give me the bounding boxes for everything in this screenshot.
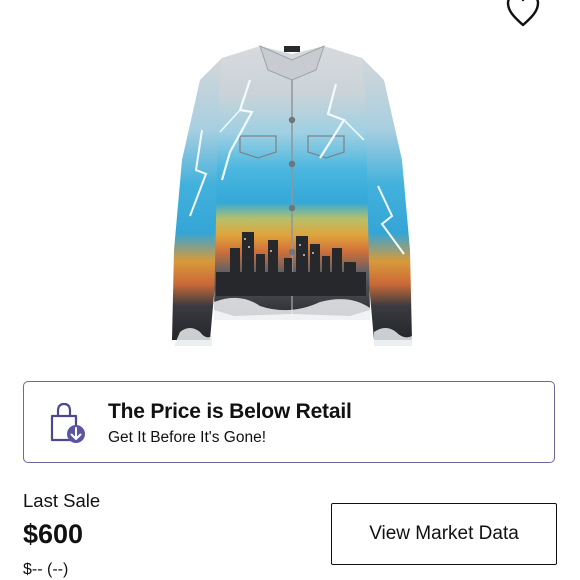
last-sale-price: $600: [23, 519, 84, 549]
product-image: [160, 40, 424, 362]
shopping-bag-price-down-icon: [48, 402, 88, 444]
view-market-data-button[interactable]: View Market Data: [331, 503, 557, 565]
last-sale-label: Last Sale: [23, 490, 101, 511]
view-market-data-label: View Market Data: [369, 523, 519, 544]
banner-title: The Price is Below Retail: [108, 400, 352, 423]
last-sale-change: $-- (--): [23, 561, 69, 578]
wishlist-button[interactable]: [500, 0, 546, 28]
price-below-retail-banner: The Price is Below Retail Get It Before …: [23, 381, 555, 463]
heart-outline-icon: [506, 0, 540, 27]
banner-subtitle: Get It Before It's Gone!: [108, 429, 267, 446]
product-page: The Price is Below Retail Get It Before …: [0, 0, 580, 580]
